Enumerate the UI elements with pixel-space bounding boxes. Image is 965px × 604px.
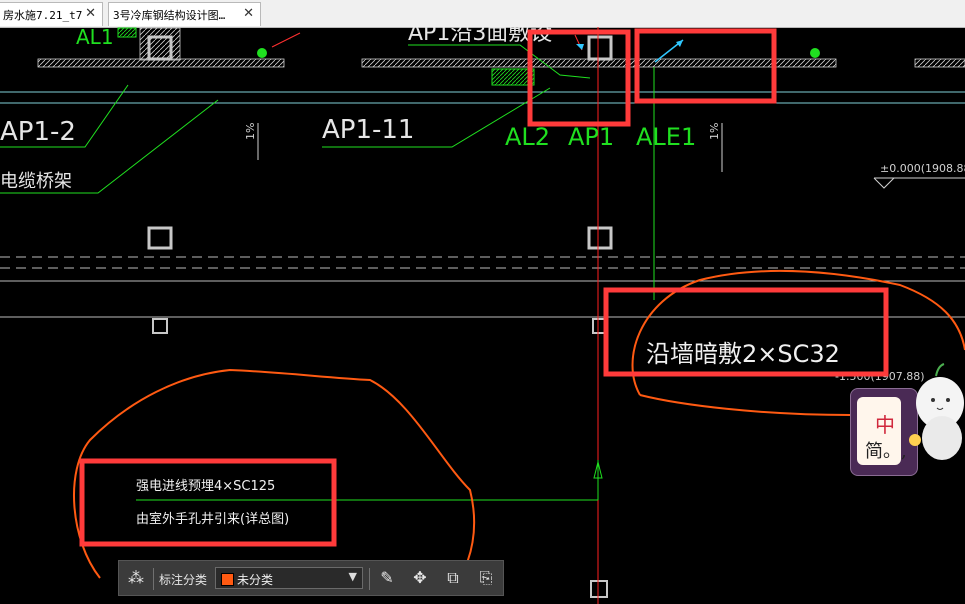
label-al2: AL2 — [505, 123, 550, 151]
divider — [369, 568, 370, 590]
tab-label: 房水施7.21_t7 — [3, 9, 83, 22]
label-wall-conduit: 沿墙暗敷2×SC32 — [646, 340, 840, 368]
label-ap1: AP1 — [568, 123, 614, 151]
grid-menu-icon[interactable]: ⁂ — [125, 567, 147, 589]
revision-cloud — [73, 368, 476, 579]
ime-panel: 中 简。, — [857, 397, 907, 465]
column-marker — [587, 35, 613, 61]
divider — [153, 568, 154, 590]
paste-icon[interactable]: ⎘ — [475, 567, 497, 589]
label-cable-tray: 电缆桥架 — [0, 171, 72, 192]
label-slope: 1% — [708, 123, 721, 140]
column-marker — [590, 580, 608, 598]
highlight-box — [79, 458, 337, 547]
annotation-toolbar: ⁂ 标注分类 未分类 ▼ ✎ ✥ ⧉ ⎘ — [118, 560, 504, 596]
label-outdoor-source: 由室外手孔井引来(详总图) — [136, 511, 289, 527]
label-elevation-top: ±0.000(1908.88) — [880, 162, 965, 175]
label-al1: AL1 — [76, 27, 114, 49]
column-marker — [152, 318, 168, 334]
column-marker — [147, 226, 173, 250]
panel-box — [117, 27, 137, 38]
cyan-arrow — [576, 44, 584, 50]
chevron-down-icon: ▼ — [348, 570, 357, 583]
cad-drawing-canvas[interactable]: AL1 AP1沿3面敷设 AP1-2 AP1-11 AL2 AP1 ALE1 1… — [0, 27, 965, 604]
label-ap1-11: AP1-11 — [322, 115, 414, 145]
column-marker — [587, 226, 613, 250]
tab-drawing-1[interactable]: 房水施7.21_t7 ✕ — [0, 2, 103, 26]
elevation-mark — [873, 177, 895, 189]
junction-dot — [257, 48, 267, 58]
tab-label: 3号冷库钢结构设计图… — [113, 9, 226, 22]
document-tab-bar: 房水施7.21_t7 ✕ 3号冷库钢结构设计图… ✕ — [0, 0, 965, 28]
label-strong-power: 强电进线预埋4×SC125 — [136, 479, 275, 494]
close-icon[interactable]: ✕ — [85, 6, 96, 21]
annotation-category-select[interactable]: 未分类 ▼ — [215, 567, 363, 589]
cyan-arrow — [676, 40, 683, 47]
label-ap1-2: AP1-2 — [0, 117, 76, 147]
edit-icon[interactable]: ✎ — [376, 567, 398, 589]
tab-drawing-2[interactable]: 3号冷库钢结构设计图… ✕ — [108, 2, 261, 26]
label-ale1: ALE1 — [636, 123, 696, 151]
ime-mascot-icon — [909, 363, 964, 460]
wall-hatch — [914, 58, 965, 68]
ime-mode-char: 中 — [875, 413, 895, 437]
red-mark — [271, 32, 301, 48]
category-color-swatch — [221, 573, 234, 586]
annotation-category-label: 标注分类 — [159, 573, 208, 587]
column-hatch — [139, 27, 181, 61]
label-slope: 1% — [244, 123, 257, 140]
junction-dot — [810, 48, 820, 58]
category-select-value: 未分类 — [237, 573, 274, 587]
close-icon[interactable]: ✕ — [243, 6, 254, 21]
move-icon[interactable]: ✥ — [409, 567, 431, 589]
copy-icon[interactable]: ⧉ — [442, 567, 464, 589]
